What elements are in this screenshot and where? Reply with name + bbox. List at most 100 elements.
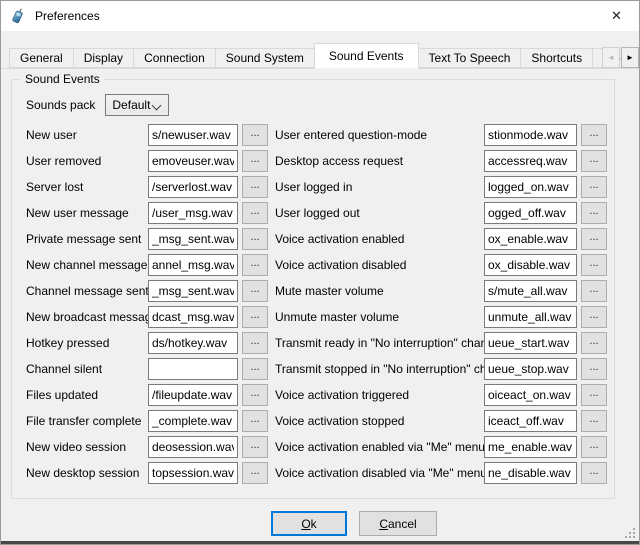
sound-event-label: Hotkey pressed (26, 336, 148, 350)
browse-button[interactable]: ... (242, 332, 268, 354)
tab-connection[interactable]: Connection (133, 48, 216, 68)
sound-event-path-input[interactable] (484, 410, 577, 432)
browse-button[interactable]: ... (242, 280, 268, 302)
sound-event-label: Voice activation disabled via "Me" menu (275, 466, 484, 480)
sound-event-path-input[interactable] (148, 280, 238, 302)
browse-button[interactable]: ... (581, 202, 607, 224)
sound-event-path-input[interactable] (484, 150, 577, 172)
sounds-pack-select[interactable]: Default (105, 94, 169, 116)
browse-button[interactable]: ... (581, 124, 607, 146)
sound-event-path-input[interactable] (484, 306, 577, 328)
sound-event-label: Unmute master volume (275, 310, 484, 324)
sound-event-row: Voice activation disabled... (275, 254, 607, 276)
tab-text-to-speech[interactable]: Text To Speech (418, 48, 522, 68)
sound-event-path-input[interactable] (148, 202, 238, 224)
browse-button[interactable]: ... (581, 254, 607, 276)
dialog-footer: Ok Cancel (1, 511, 640, 536)
sound-event-path-input[interactable] (148, 462, 238, 484)
sound-event-path-input[interactable] (148, 176, 238, 198)
sound-event-row: Unmute master volume... (275, 306, 607, 328)
sound-event-row: Transmit ready in "No interruption" chan… (275, 332, 607, 354)
cancel-button[interactable]: Cancel (359, 511, 437, 536)
sound-event-path-input[interactable] (484, 358, 577, 380)
tab-general[interactable]: General (9, 48, 74, 68)
sound-event-path-input[interactable] (148, 254, 238, 276)
browse-button[interactable]: ... (581, 462, 607, 484)
browse-button[interactable]: ... (581, 150, 607, 172)
sound-event-path-input[interactable] (148, 410, 238, 432)
sound-event-path-input[interactable] (148, 384, 238, 406)
sound-event-row: Files updated... (26, 384, 268, 406)
browse-button[interactable]: ... (242, 202, 268, 224)
browse-button[interactable]: ... (581, 176, 607, 198)
sound-event-label: User logged in (275, 180, 484, 194)
groupbox-title: Sound Events (21, 72, 104, 86)
sound-event-path-input[interactable] (484, 254, 577, 276)
sound-event-path-input[interactable] (148, 306, 238, 328)
sound-event-path-input[interactable] (148, 228, 238, 250)
browse-button[interactable]: ... (242, 358, 268, 380)
ok-button[interactable]: Ok (271, 511, 347, 536)
sound-event-path-input[interactable] (484, 228, 577, 250)
tab-sound-system[interactable]: Sound System (215, 48, 315, 68)
sound-event-label: Server lost (26, 180, 148, 194)
browse-button[interactable]: ... (581, 384, 607, 406)
browse-button[interactable]: ... (242, 124, 268, 146)
sound-event-path-input[interactable] (148, 436, 238, 458)
sound-event-path-input[interactable] (484, 124, 577, 146)
browse-button[interactable]: ... (242, 228, 268, 250)
sound-event-row: User removed... (26, 150, 268, 172)
sounds-pack-value: Default (112, 98, 150, 112)
window-title: Preferences (35, 9, 100, 23)
sound-event-path-input[interactable] (484, 332, 577, 354)
tab-scroll-left-icon[interactable]: ◄ (602, 47, 620, 68)
browse-button[interactable]: ... (581, 410, 607, 432)
sounds-pack-row: Sounds pack Default (26, 94, 614, 116)
tab-shortcuts[interactable]: Shortcuts (520, 48, 593, 68)
browse-button[interactable]: ... (581, 332, 607, 354)
sound-events-groupbox: Sound Events Sounds pack Default New use… (11, 79, 615, 499)
sound-event-path-input[interactable] (484, 436, 577, 458)
browse-button[interactable]: ... (581, 228, 607, 250)
sound-event-row: Private message sent... (26, 228, 268, 250)
sound-event-path-input[interactable] (148, 332, 238, 354)
sound-event-row: Server lost... (26, 176, 268, 198)
window-bottom-border (1, 541, 640, 544)
sound-event-path-input[interactable] (148, 124, 238, 146)
sound-event-path-input[interactable] (484, 176, 577, 198)
sound-event-path-input[interactable] (484, 280, 577, 302)
tab-scroll-buttons: ◄ ► (602, 47, 639, 68)
browse-button[interactable]: ... (242, 176, 268, 198)
browse-button[interactable]: ... (242, 410, 268, 432)
sound-event-label: Private message sent (26, 232, 148, 246)
app-icon (10, 8, 26, 24)
close-button[interactable]: ✕ (594, 1, 639, 31)
tab-sound-events[interactable]: Sound Events (314, 43, 419, 69)
sound-event-label: Transmit ready in "No interruption" chan… (275, 336, 484, 350)
sound-event-label: User entered question-mode (275, 128, 484, 142)
browse-button[interactable]: ... (242, 254, 268, 276)
browse-button[interactable]: ... (581, 280, 607, 302)
browse-button[interactable]: ... (242, 384, 268, 406)
sound-event-label: User removed (26, 154, 148, 168)
sound-event-row: Voice activation stopped... (275, 410, 607, 432)
sound-event-label: New channel message (26, 258, 148, 272)
browse-button[interactable]: ... (242, 306, 268, 328)
browse-button[interactable]: ... (581, 436, 607, 458)
sound-event-path-input[interactable] (148, 150, 238, 172)
browse-button[interactable]: ... (581, 358, 607, 380)
tab-display[interactable]: Display (73, 48, 134, 68)
sound-event-path-input[interactable] (148, 358, 238, 380)
browse-button[interactable]: ... (242, 462, 268, 484)
sound-event-label: Voice activation enabled via "Me" menu (275, 440, 484, 454)
sound-event-path-input[interactable] (484, 384, 577, 406)
tab-scroll-right-icon[interactable]: ► (621, 47, 639, 68)
sound-event-label: Desktop access request (275, 154, 484, 168)
resize-grip[interactable] (625, 528, 635, 538)
preferences-dialog: Preferences ✕ GeneralDisplayConnectionSo… (0, 0, 640, 545)
sound-event-path-input[interactable] (484, 462, 577, 484)
browse-button[interactable]: ... (242, 436, 268, 458)
sound-event-path-input[interactable] (484, 202, 577, 224)
browse-button[interactable]: ... (242, 150, 268, 172)
browse-button[interactable]: ... (581, 306, 607, 328)
